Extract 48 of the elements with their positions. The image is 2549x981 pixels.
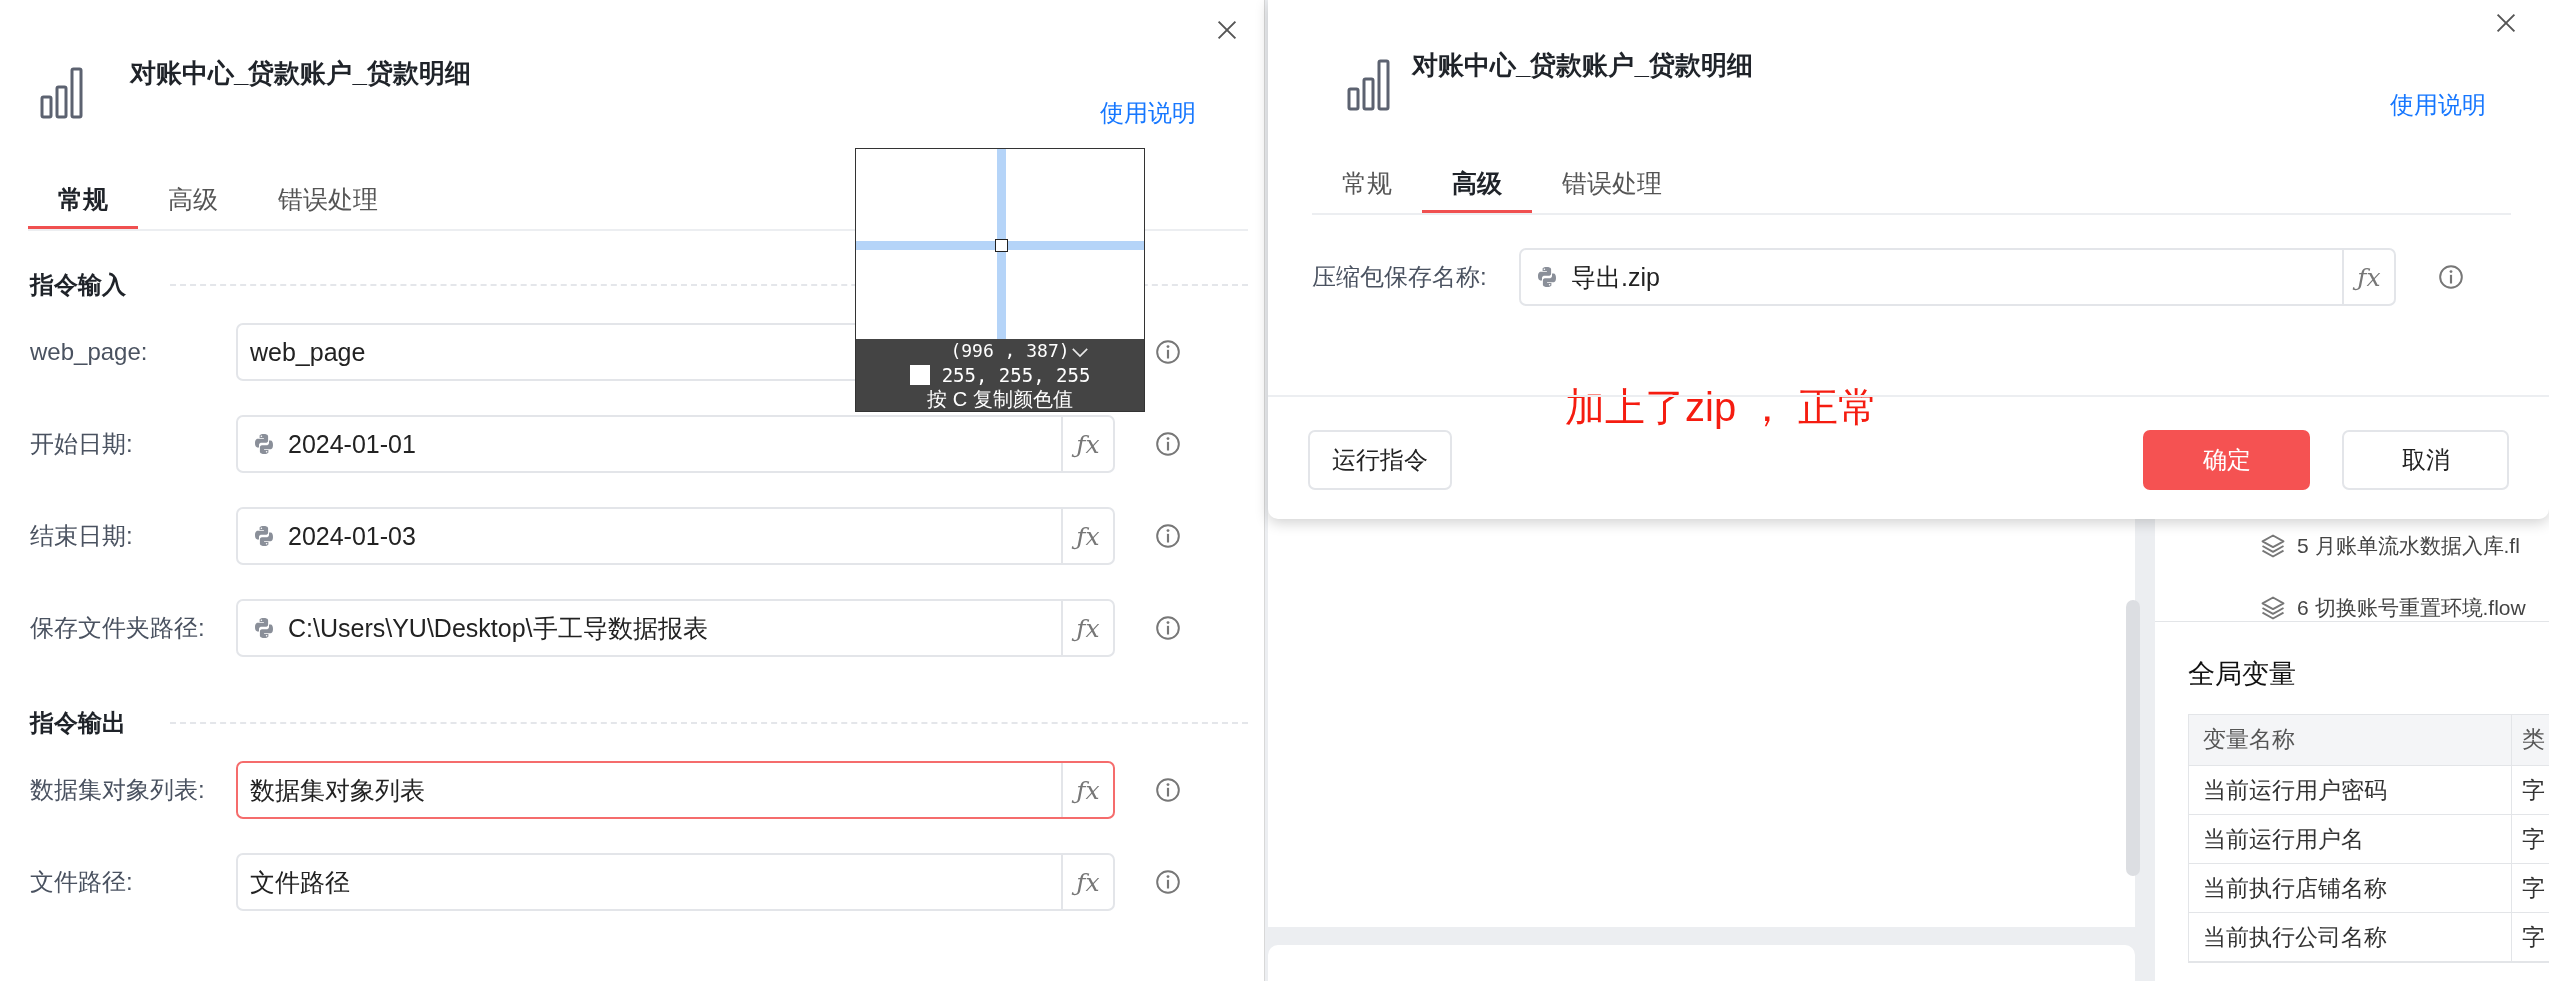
input-field[interactable]: 文件路径 ƒx xyxy=(236,853,1115,911)
help-link[interactable]: 使用说明 xyxy=(2390,87,2486,122)
column-header: 类 xyxy=(2521,725,2545,754)
table-cell: 当前运行用户名 xyxy=(2189,815,2512,863)
section-title: 全局变量 xyxy=(2188,658,2297,691)
input-field[interactable]: 2024-01-01 ƒx xyxy=(236,415,1115,473)
tab[interactable]: 高级 xyxy=(138,172,248,229)
dialog-title: 对账中心_贷款账户_贷款明细 xyxy=(1412,49,1753,82)
tab[interactable]: 错误处理 xyxy=(248,172,408,229)
field-label: 压缩包保存名称: xyxy=(1312,262,1488,292)
field-label: 文件路径: xyxy=(30,867,134,897)
dialog-button[interactable]: 运行指令 xyxy=(1308,430,1452,490)
field-label: 保存文件夹路径: xyxy=(30,613,206,643)
tab[interactable]: 常规 xyxy=(28,172,138,229)
tab[interactable]: 常规 xyxy=(1312,156,1422,213)
formula-button[interactable]: ƒx xyxy=(1061,417,1113,471)
column-header: 变量名称 xyxy=(2189,715,2512,765)
flow-item[interactable]: 5 月账单流水数据入库.fl xyxy=(2297,532,2520,560)
table-cell-text: 字 xyxy=(2521,874,2545,903)
table-cell-text: 字 xyxy=(2521,825,2545,854)
field-label: 结束日期: xyxy=(30,521,134,551)
input-field[interactable]: 2024-01-03 ƒx xyxy=(236,507,1115,565)
formula-button[interactable]: ƒx xyxy=(2342,250,2394,304)
flow-item[interactable]: 6 切换账号重置环境.flow xyxy=(2297,594,2526,622)
input-field[interactable]: 导出.zip ƒx xyxy=(1519,248,2396,306)
cursor-coordinates: (996 , 387) xyxy=(950,339,1070,363)
table-cell-text: 字 xyxy=(2521,923,2545,952)
field-label: 数据集对象列表: xyxy=(30,775,206,805)
tab[interactable]: 高级 xyxy=(1422,156,1532,213)
table-cell-text: 字 xyxy=(2521,776,2545,805)
help-link[interactable]: 使用说明 xyxy=(1100,95,1196,130)
formula-button[interactable]: ƒx xyxy=(1061,763,1113,817)
formula-button[interactable]: ƒx xyxy=(1061,855,1113,909)
tab[interactable]: 错误处理 xyxy=(1532,156,1692,213)
formula-button[interactable]: ƒx xyxy=(1061,509,1113,563)
copy-hint: 按 C 复制颜色值 xyxy=(927,387,1073,411)
input-field[interactable]: 数据集对象列表 ƒx xyxy=(236,761,1115,819)
formula-button[interactable]: ƒx xyxy=(1061,601,1113,655)
table-cell: 当前执行店铺名称 xyxy=(2189,864,2512,912)
table-cell: 当前执行公司名称 xyxy=(2189,913,2512,961)
input-field[interactable]: C:\Users\YU\Desktop\手工导数据报表 ƒx xyxy=(236,599,1115,657)
section-title: 指令输入 xyxy=(30,270,126,300)
section-title: 指令输出 xyxy=(30,708,126,738)
field-label: 开始日期: xyxy=(30,429,134,459)
field-label: web_page: xyxy=(30,338,149,366)
dialog-button[interactable]: 取消 xyxy=(2342,430,2509,490)
table-cell: 当前运行用户密码 xyxy=(2189,766,2512,814)
dialog-title: 对账中心_贷款账户_贷款明细 xyxy=(130,57,471,90)
